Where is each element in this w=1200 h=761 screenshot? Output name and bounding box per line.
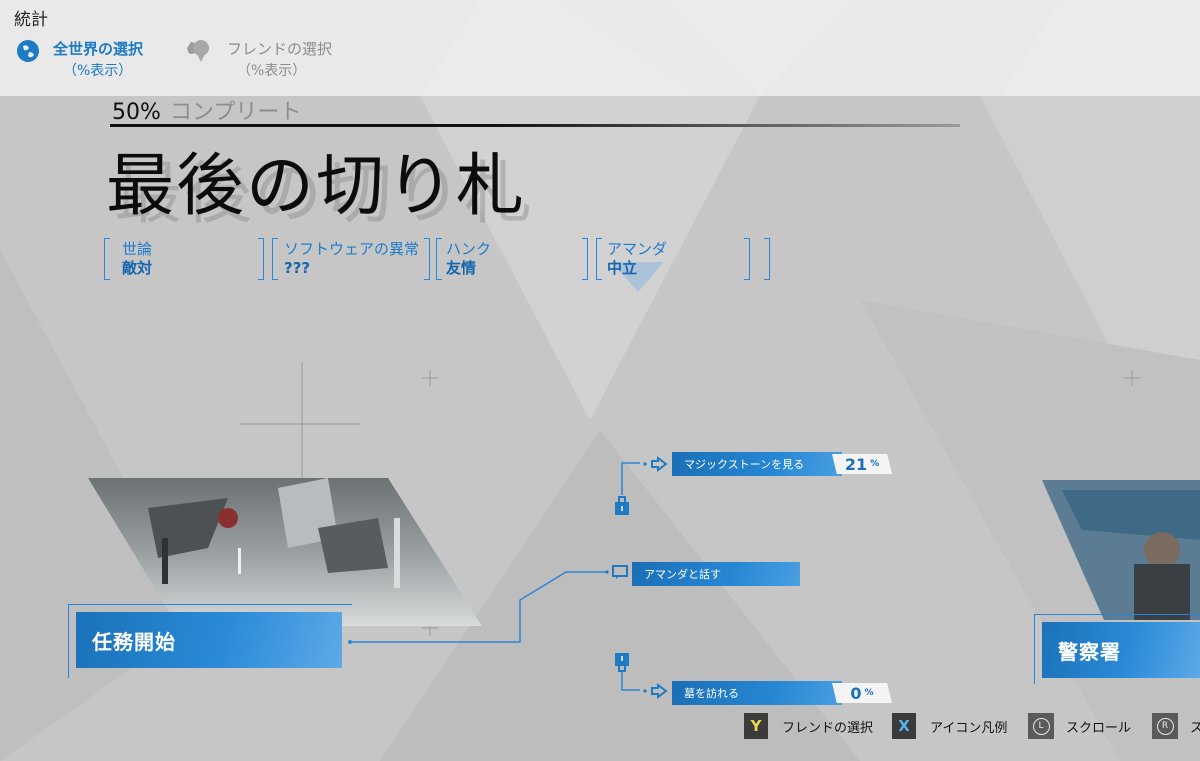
screen-title: 統計 [14,10,48,30]
relationship-hank: ハンク 友情 [446,240,491,278]
percent-unit: % [870,459,880,469]
completion-indicator: 50% コンプリート [112,94,301,126]
completion-value: 50% [112,100,161,125]
relationship-value: ??? [284,259,311,277]
relationship-bracket [272,238,278,280]
x-button-icon: X [892,713,916,739]
control-label: フレンドの選択 [782,720,874,736]
relationship-bracket [582,238,588,280]
control-right-stick[interactable]: R ス [1152,713,1200,739]
control-label: ス [1190,720,1200,736]
choice-magic-stone[interactable]: マジックストーンを見る [672,452,842,476]
world-choices-sub: （%表示） [63,63,133,79]
relationship-bracket [596,238,602,280]
friend-choices-tab[interactable]: フレンドの選択 （%表示） [185,38,332,82]
friends-icon [187,40,209,62]
y-button-icon: Y [744,713,768,739]
percent-unit: % [864,688,874,698]
friend-choices-label: フレンドの選択 [227,40,333,58]
relationship-bracket [424,238,430,280]
right-stick-icon: R [1152,713,1178,739]
relationship-public-opinion: 世論 敵対 [122,240,152,278]
relationship-value: 敵対 [122,259,153,277]
lock-icon [615,653,629,672]
choice-talk-to-amanda[interactable]: アマンダと話す [632,562,800,586]
relationship-bracket [258,238,264,280]
control-label: スクロール [1066,720,1132,736]
control-label: アイコン凡例 [930,720,1008,736]
percent-value: 0 [850,683,862,703]
relationship-bracket [104,238,110,280]
percent-value: 21 [844,454,868,474]
left-stick-icon: L [1028,713,1054,739]
relationship-name: アマンダ [607,240,668,258]
world-choices-tab[interactable]: 全世界の選択 （%表示） [15,38,143,82]
start-node[interactable]: 任務開始 [76,612,342,668]
relationship-value: 中立 [607,259,638,277]
end-node-thumbnail [1042,480,1200,620]
control-scroll[interactable]: L スクロール [1028,713,1131,739]
arrow-right-icon [643,683,668,699]
relationship-amanda: アマンダ 中立 [607,240,667,278]
choice-visit-grave-percent: 0% [832,683,892,703]
world-choices-label: 全世界の選択 [53,40,144,58]
arrow-right-icon [643,456,668,472]
end-node[interactable]: 警察署 [1042,622,1200,678]
relationship-software-instability: ソフトウェアの異常 ??? [284,240,419,278]
relationship-name: ソフトウェアの異常 [284,240,420,258]
relationship-value: 友情 [446,259,477,277]
choice-visit-grave[interactable]: 墓を訪れる [672,681,842,705]
choice-magic-stone-percent: 21% [832,454,892,474]
relationship-bracket [436,238,442,280]
title-divider [110,124,960,127]
relationship-bracket [744,238,750,280]
relationship-bracket [764,238,770,280]
lock-icon [615,496,629,515]
relationship-name: 世論 [122,240,153,258]
dialogue-icon [605,565,628,579]
stats-header: 統計 全世界の選択 （%表示） フレンドの選択 （%表示） [0,0,1200,96]
completion-label: コンプリート [170,100,302,125]
friend-choices-sub: （%表示） [237,63,307,79]
globe-icon [17,40,39,62]
control-icon-legend[interactable]: X アイコン凡例 [892,713,1007,739]
relationship-name: ハンク [446,240,492,258]
control-friend-choices[interactable]: Y フレンドの選択 [744,713,873,739]
chapter-title: 最後の切り札 [106,147,527,226]
